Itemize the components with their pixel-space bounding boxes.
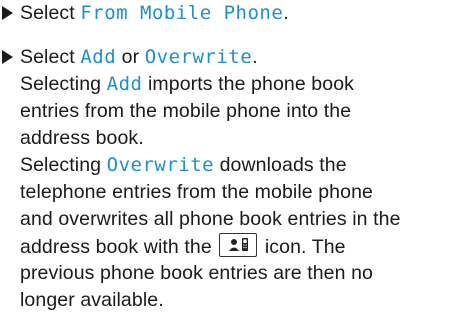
overwrite-explanation-line-4: address book with the icon. The: [20, 233, 346, 261]
step-2-prefix: Select: [20, 46, 81, 68]
overwrite-explanation-line-2: telephone entries from the mobile phone: [20, 181, 373, 203]
overwrite-explanation-suffix: downloads the: [214, 154, 347, 176]
step-bullet-icon: [2, 50, 13, 64]
overwrite-option: Overwrite: [144, 46, 253, 68]
overwrite-explanation-prefix: Selecting: [20, 154, 107, 176]
step-1-line: Select From Mobile Phone.: [20, 0, 289, 27]
overwrite-explanation-line-6: longer available.: [20, 289, 164, 311]
overwrite-explanation-line-5: previous phone book entries are then no: [20, 262, 373, 284]
add-term: Add: [106, 73, 143, 95]
add-explanation-line-2: entries from the mobile phone into the: [20, 100, 352, 122]
step-2-middle: or: [116, 46, 145, 68]
step-2-line: Select Add or Overwrite.: [20, 44, 258, 71]
overwrite-explanation-line-3: and overwrites all phone book entries in…: [20, 208, 401, 230]
step-2-suffix: .: [252, 46, 258, 68]
step-1-prefix: Select: [20, 2, 81, 24]
overwrite-term: Overwrite: [106, 154, 215, 176]
instruction-document: Select From Mobile Phone. Select Add or …: [0, 0, 464, 333]
step-bullet-icon: [2, 6, 13, 20]
phone-book-entry-icon: [219, 233, 258, 257]
overwrite-explanation-line-4-prefix: address book with the: [20, 236, 218, 258]
add-option: Add: [80, 46, 117, 68]
from-mobile-phone-option: From Mobile Phone: [80, 2, 284, 24]
step-1-suffix: .: [283, 2, 289, 24]
add-explanation-line-1: Selecting Add imports the phone book: [20, 71, 354, 98]
add-explanation-line-3: address book.: [20, 127, 144, 149]
overwrite-explanation-line-4-suffix: icon. The: [259, 236, 346, 258]
add-explanation-suffix: imports the phone book: [142, 73, 354, 95]
add-explanation-prefix: Selecting: [20, 73, 107, 95]
overwrite-explanation-line-1: Selecting Overwrite downloads the: [20, 152, 347, 179]
